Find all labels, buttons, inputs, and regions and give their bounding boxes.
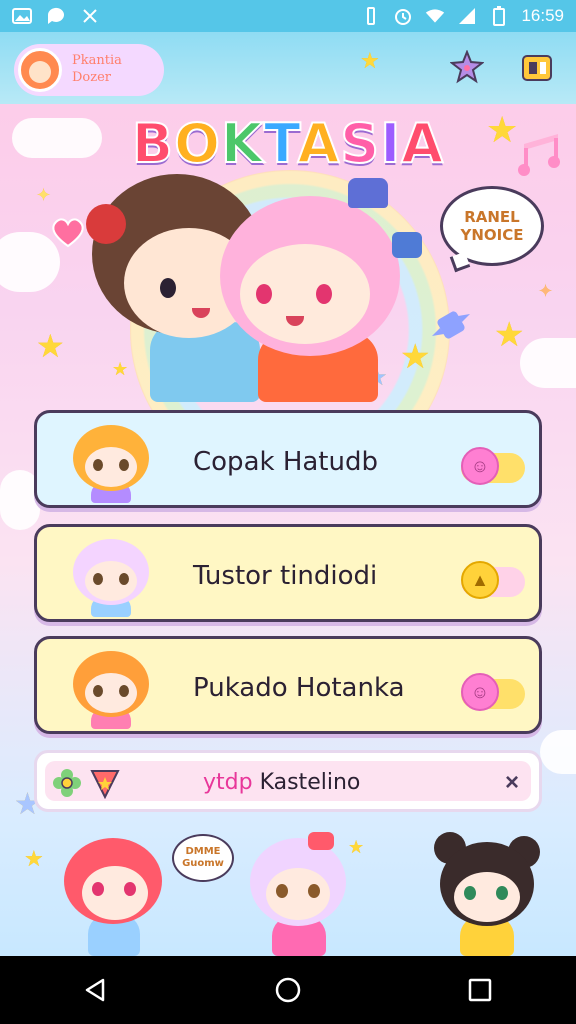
app-bar: Pkantia Dozer xyxy=(0,32,576,104)
star-badge-icon[interactable] xyxy=(450,50,484,84)
title-letter: K xyxy=(220,111,264,176)
card-toggle[interactable]: ☺ xyxy=(461,673,525,711)
cloud-decoration xyxy=(520,338,576,388)
card-label: Tustor tindiodi xyxy=(193,561,378,591)
status-time: 16:59 xyxy=(521,6,564,25)
signal-icon xyxy=(457,7,477,25)
small-bubble-line2: Guomw xyxy=(182,858,224,869)
speech-bubble-small: DMME Guomw xyxy=(172,834,234,882)
star-icon: ★ xyxy=(486,109,519,150)
card-avatar xyxy=(67,649,155,729)
profile-pill[interactable]: Pkantia Dozer xyxy=(14,44,164,96)
status-bar: 16:59 xyxy=(0,0,576,32)
list-card[interactable]: Pukado Hotanka ☺ xyxy=(34,636,542,734)
back-icon[interactable] xyxy=(66,960,126,1020)
star-icon: ✦ xyxy=(36,185,52,205)
search-query: ytdp Kastelino xyxy=(203,770,360,795)
card-avatar xyxy=(67,423,155,503)
cloud-decoration xyxy=(540,730,576,774)
star-icon: ★ xyxy=(348,837,365,857)
hero-illustration xyxy=(80,172,440,402)
menu-card-icon[interactable] xyxy=(520,50,554,84)
bell-icon: ▲ xyxy=(461,561,499,599)
card-avatar xyxy=(67,537,155,617)
avatar[interactable] xyxy=(18,48,62,92)
bubble-line2: YNOICE xyxy=(460,226,524,244)
title-letter: B xyxy=(131,111,175,176)
home-icon[interactable] xyxy=(258,960,318,1020)
bubble-line1: RANEL xyxy=(464,208,520,226)
list-card[interactable]: Copak Hatudb ☺ xyxy=(34,410,542,508)
vibrate-icon xyxy=(361,7,381,25)
search-bar[interactable]: ytdp Kastelino × xyxy=(34,750,542,812)
star-icon: ★ xyxy=(36,328,65,364)
star-icon: ★ xyxy=(494,316,525,354)
wifi-icon xyxy=(425,7,445,25)
character-black-hair xyxy=(430,832,540,956)
card-toggle[interactable]: ▲ xyxy=(461,561,525,599)
title-letter: I xyxy=(379,111,402,176)
card-label: Copak Hatudb xyxy=(193,447,378,477)
close-icon[interactable]: × xyxy=(505,769,519,797)
title-letter: S xyxy=(339,111,381,176)
recents-icon[interactable] xyxy=(450,960,510,1020)
system-nav-bar xyxy=(0,956,576,1024)
profile-line1: Pkantia xyxy=(72,53,122,68)
title-letter: O xyxy=(173,111,221,176)
search-prefix: ytdp xyxy=(203,770,253,795)
card-label: Pukado Hotanka xyxy=(193,673,405,703)
chat-icon xyxy=(46,7,66,25)
title-letter: A xyxy=(400,111,445,176)
character-lavender-hair xyxy=(246,832,350,956)
title-letter: T xyxy=(263,111,298,176)
sync-icon xyxy=(80,7,100,25)
gallery-icon xyxy=(12,7,32,25)
search-text: Kastelino xyxy=(259,770,361,795)
star-icon: ★ xyxy=(360,48,380,73)
small-bubble-line1: DMME xyxy=(185,846,221,857)
card-toggle[interactable]: ☺ xyxy=(461,447,525,485)
star-icon: ✦ xyxy=(538,281,554,301)
hair-clip-decoration xyxy=(392,232,422,258)
title-letter: A xyxy=(297,111,341,176)
smiley-icon: ☺ xyxy=(461,447,499,485)
shield-icon xyxy=(89,767,121,799)
list-card[interactable]: Tustor tindiodi ▲ xyxy=(34,524,542,622)
alarm-icon xyxy=(393,7,413,25)
character-red-hair xyxy=(58,832,168,956)
profile-name: Pkantia Dozer xyxy=(72,52,122,86)
smiley-icon: ☺ xyxy=(461,673,499,711)
music-note-icon xyxy=(514,128,568,187)
flower-icon xyxy=(51,767,83,799)
battery-icon xyxy=(489,6,509,26)
hat-decoration xyxy=(348,178,388,208)
profile-line2: Dozer xyxy=(72,70,112,85)
star-icon: ★ xyxy=(24,846,44,871)
bow-decoration xyxy=(86,204,126,244)
